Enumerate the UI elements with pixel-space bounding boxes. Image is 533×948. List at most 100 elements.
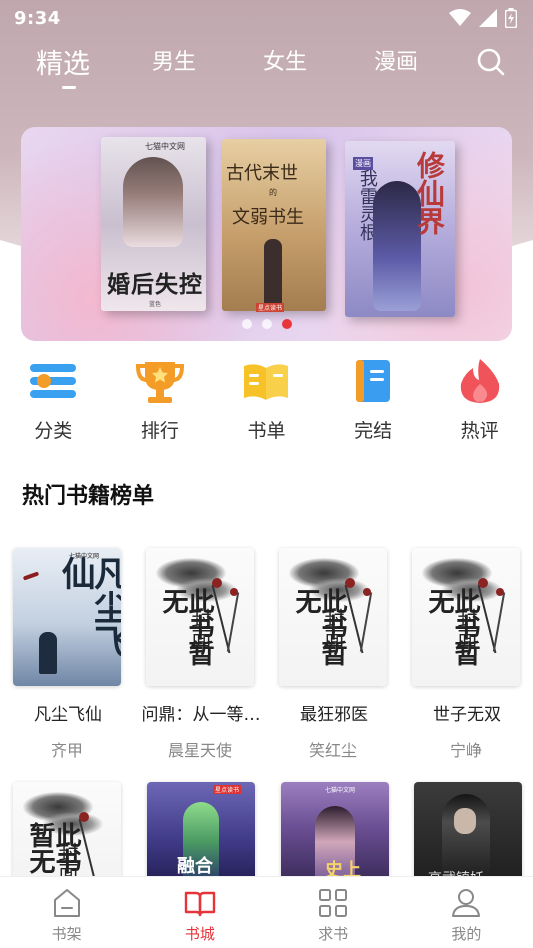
signal-icon	[479, 9, 497, 27]
nav-profile-label: 我的	[451, 925, 482, 943]
battery-icon	[505, 8, 517, 28]
banner-book-3[interactable]: 漫画 我雷灵根 修仙界	[345, 141, 455, 317]
tab-male[interactable]: 男生	[152, 44, 196, 76]
banner-book-2-art	[264, 239, 282, 309]
nav-bookstore[interactable]: 书城	[133, 877, 266, 948]
tab-female[interactable]: 女生	[263, 44, 307, 76]
category-completed-label: 完结	[354, 420, 393, 442]
book-card[interactable]: 此书暂无 封面 问鼎：从一等… 晨星天使	[142, 548, 261, 760]
book-cover[interactable]: 此书暂无 封面	[146, 548, 254, 686]
cover-title: 融合	[177, 856, 213, 877]
featured-banner[interactable]: 七猫中文网 婚后失控 蓝色 古代末世 的 文弱书生 星点读书 漫画 我雷灵根 修…	[21, 127, 512, 341]
nav-profile[interactable]: 我的	[400, 877, 533, 948]
book-card[interactable]: 七猫中文网 凡尘飞仙 凡尘飞仙 齐甲	[13, 548, 123, 760]
book-title[interactable]: 凡尘飞仙	[3, 700, 133, 725]
category-hot-reviews-label: 热评	[460, 420, 499, 442]
cover-title: 凡尘飞仙	[55, 556, 121, 658]
banner-dot-active[interactable]	[281, 319, 292, 329]
section-title: 热门书籍榜单	[22, 484, 155, 509]
book-title[interactable]: 世子无双	[402, 700, 532, 725]
cover-logo: 星点读书	[213, 785, 242, 794]
banner-book-1-author: 蓝色	[149, 301, 162, 308]
nav-bookshelf[interactable]: 书架	[0, 877, 133, 948]
book-card[interactable]: 高武镇妖	[414, 782, 524, 882]
cover-ink-flower	[345, 578, 355, 588]
tab-comics[interactable]: 漫画	[374, 44, 418, 76]
nav-bookstore-label: 书城	[184, 925, 215, 943]
trophy-icon	[135, 362, 184, 403]
search-icon[interactable]	[476, 47, 506, 77]
cover-art-bird	[22, 571, 40, 581]
book-author: 笑红尘	[308, 741, 357, 760]
book-cover[interactable]: 此书暂无 封面	[279, 548, 387, 686]
category-list-icon	[30, 364, 77, 398]
banner-book-1-logo: 七猫中文网	[145, 142, 185, 151]
grid-request-icon	[319, 889, 348, 917]
category-ranking-label: 排行	[140, 420, 179, 442]
tab-featured[interactable]: 精选	[36, 42, 90, 81]
active-tab-indicator	[62, 86, 76, 89]
nav-request-book-label: 求书	[318, 925, 349, 943]
banner-dot[interactable]	[261, 319, 272, 329]
nav-bookshelf-label: 书架	[51, 925, 82, 943]
open-book-icon	[244, 364, 289, 400]
banner-pagination	[21, 319, 512, 329]
cover-ink-flower	[478, 578, 488, 588]
category-booklist-label: 书单	[247, 420, 286, 442]
book-author: 晨星天使	[167, 741, 232, 760]
category-hot-reviews[interactable]: 热评	[426, 350, 533, 450]
cover-placeholder-text-2: 封面	[188, 608, 212, 648]
top-tabs: 精选 男生 女生 漫画	[0, 40, 533, 100]
bookshelf-icon	[53, 889, 80, 917]
banner-book-1-title: 婚后失控	[107, 271, 203, 298]
cover-art-face	[454, 808, 476, 834]
banner-book-2-title-line2: 文弱书生	[232, 207, 304, 228]
cover-placeholder-text-2: 封面	[454, 608, 478, 648]
banner-book-2[interactable]: 古代末世 的 文弱书生 星点读书	[222, 139, 326, 312]
banner-book-2-title-line1: 古代末世	[226, 163, 298, 184]
cover-ink-flower	[212, 578, 222, 588]
banner-book-1-art	[123, 157, 183, 247]
category-booklist[interactable]: 书单	[213, 350, 320, 450]
book-card[interactable]: 此书暂无 封面	[13, 782, 123, 882]
cover-ink-flower	[496, 588, 504, 596]
nav-request-book[interactable]: 求书	[267, 877, 400, 948]
bottom-navigation: 书架 书城 求书 我的	[0, 876, 533, 948]
book-card[interactable]: 此书暂无 封面 最狂邪医 笑红尘	[279, 548, 389, 760]
cover-ink-stem	[492, 592, 506, 652]
book-cover[interactable]: 此书暂无 封面	[13, 782, 121, 882]
book-card[interactable]: 星点读书 融合	[147, 782, 257, 882]
wifi-icon	[449, 9, 471, 26]
bookstore-icon	[184, 891, 216, 917]
book-cover[interactable]: 此书暂无 封面	[412, 548, 520, 686]
book-cover[interactable]: 七猫中文网 凡尘飞仙	[13, 548, 121, 686]
book-title[interactable]: 最狂邪医	[269, 700, 399, 725]
cover-art-figure	[39, 632, 57, 674]
cover-logo: 七猫中文网	[325, 787, 356, 794]
cover-ink-flower	[79, 812, 89, 822]
cover-ink-stem	[226, 592, 240, 652]
banner-dot[interactable]	[241, 319, 252, 329]
book-title[interactable]: 问鼎：从一等…	[136, 700, 266, 725]
category-classify[interactable]: 分类	[0, 350, 107, 450]
status-bar: 9:34	[0, 0, 533, 36]
banner-book-1[interactable]: 七猫中文网 婚后失控 蓝色	[101, 137, 206, 311]
status-time: 9:34	[14, 7, 61, 29]
cover-ink-flower	[230, 588, 238, 596]
cover-placeholder-text-2: 封面	[321, 608, 345, 648]
book-author: 宁峥	[449, 741, 482, 760]
category-ranking[interactable]: 排行	[107, 350, 214, 450]
book-cover[interactable]: 七猫中文网 史上	[281, 782, 389, 882]
status-icons	[449, 8, 517, 28]
book-card[interactable]: 七猫中文网 史上	[281, 782, 391, 882]
book-cover[interactable]: 星点读书 融合	[147, 782, 255, 882]
category-completed[interactable]: 完结	[320, 350, 427, 450]
banner-book-3-title: 修仙界	[413, 151, 446, 235]
banner-book-2-title-small: 的	[269, 188, 277, 197]
book-author: 齐甲	[50, 741, 83, 760]
cover-art-figure	[442, 794, 490, 874]
book-card[interactable]: 此书暂无 封面 世子无双 宁峥	[412, 548, 522, 760]
cover-ink-stem	[359, 592, 373, 652]
banner-book-2-tag: 星点读书	[256, 303, 285, 312]
book-cover[interactable]: 高武镇妖	[414, 782, 522, 882]
